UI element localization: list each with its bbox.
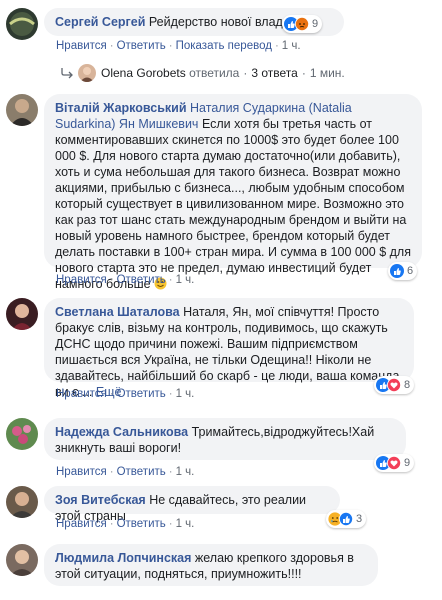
- replies-summary[interactable]: Olena Gorobets ответила · 3 ответа · 1 мин.: [60, 64, 345, 82]
- avatar[interactable]: [6, 298, 38, 330]
- comment-5: Зоя Витебская Не сдавайтесь, это реалии …: [0, 482, 442, 532]
- reactions-count: 8: [404, 379, 411, 391]
- reactions-count: 9: [312, 18, 319, 30]
- reply-verb: ответила: [189, 66, 240, 80]
- avatar[interactable]: [6, 94, 38, 126]
- avatar[interactable]: [6, 544, 38, 576]
- comment-2: Віталій Жарковський Наталия Сударкина (N…: [0, 90, 442, 291]
- reply-button[interactable]: Ответить: [117, 40, 166, 52]
- reactions-count: 9: [404, 457, 411, 469]
- comment-time[interactable]: 1 ч.: [176, 466, 195, 478]
- like-button[interactable]: Нравится: [56, 466, 107, 478]
- comment-author[interactable]: Светлана Шаталова: [55, 305, 180, 319]
- reply-button[interactable]: Ответить: [117, 388, 166, 400]
- comment-3: Светлана Шаталова Наталя, Ян, мої співчу…: [0, 294, 442, 404]
- like-button[interactable]: Нравится: [56, 518, 107, 530]
- reply-arrow-icon: [61, 68, 73, 79]
- comment-actions: Нравится · Ответить · Показать перевод · 1 ч.: [56, 40, 301, 52]
- reactions-badge[interactable]: 9: [374, 454, 415, 472]
- comment-author[interactable]: Сергей Сергей: [55, 15, 145, 29]
- love-icon: [387, 378, 401, 392]
- comment-actions: Нравится · Ответить · 1 ч.: [56, 466, 195, 478]
- comment-author[interactable]: Людмила Лопчинская: [55, 551, 191, 565]
- comment-bubble: Віталій Жарковський Наталия Сударкина (N…: [44, 94, 422, 291]
- comment-author[interactable]: Віталій Жарковський: [55, 101, 187, 115]
- reactions-badge[interactable]: 8: [374, 376, 415, 394]
- comment-time[interactable]: 1 ч.: [176, 518, 195, 530]
- avatar[interactable]: [6, 8, 38, 40]
- avatar[interactable]: [6, 418, 38, 450]
- comment-bubble: Светлана Шаталова Наталя, Ян, мої співчу…: [44, 298, 414, 399]
- reply-count[interactable]: 3 ответа: [251, 66, 297, 80]
- love-icon: [387, 456, 401, 470]
- comment-text: Рейдерство нової влади!!!: [148, 15, 301, 29]
- comment-actions: Нравится · Ответить · 1 ч.: [56, 388, 195, 400]
- comment-text: Если хотя бы третья часть от комментиров…: [55, 117, 411, 291]
- like-button[interactable]: Нравится: [56, 40, 107, 52]
- reply-button[interactable]: Ответить: [117, 274, 166, 286]
- reactions-badge[interactable]: 9: [282, 15, 323, 33]
- angry-icon: [295, 17, 309, 31]
- reactions-count: 6: [407, 265, 414, 277]
- reply-author[interactable]: Olena Gorobets: [101, 66, 186, 80]
- reactions-count: 3: [356, 513, 363, 525]
- comment-1: Сергей Сергей Рейдерство нової влади!!! …: [0, 0, 442, 60]
- comment-actions: Нравится · Ответить · 1 ч.: [56, 274, 195, 286]
- like-icon: [390, 264, 404, 278]
- reactions-badge[interactable]: 6: [388, 262, 418, 280]
- translate-link[interactable]: Показать перевод: [176, 40, 272, 52]
- comment-author[interactable]: Надежда Сальникова: [55, 425, 188, 439]
- comment-6: Людмила Лопчинская желаю крепкого здоров…: [0, 540, 442, 600]
- comment-time[interactable]: 1 ч.: [176, 274, 195, 286]
- like-button[interactable]: Нравится: [56, 388, 107, 400]
- comment-4: Надежда Сальникова Тримайтесь,відроджуйт…: [0, 414, 442, 480]
- comment-bubble: Зоя Витебская Не сдавайтесь, это реалии …: [44, 486, 340, 523]
- like-button[interactable]: Нравится: [56, 274, 107, 286]
- avatar: [78, 64, 96, 82]
- comment-bubble: Надежда Сальникова Тримайтесь,відроджуйт…: [44, 418, 406, 460]
- avatar[interactable]: [6, 486, 38, 518]
- comment-time[interactable]: 1 ч.: [282, 40, 301, 52]
- comment-author[interactable]: Зоя Витебская: [55, 493, 146, 507]
- comment-bubble: Людмила Лопчинская желаю крепкого здоров…: [44, 544, 378, 586]
- comment-time[interactable]: 1 ч.: [176, 388, 195, 400]
- comment-actions: Нравится · Ответить · 1 ч.: [56, 518, 195, 530]
- reply-button[interactable]: Ответить: [117, 466, 166, 478]
- like-icon: [339, 512, 353, 526]
- reactions-badge[interactable]: 3: [326, 510, 367, 528]
- reply-button[interactable]: Ответить: [117, 518, 166, 530]
- reply-time: 1 мин.: [309, 66, 345, 80]
